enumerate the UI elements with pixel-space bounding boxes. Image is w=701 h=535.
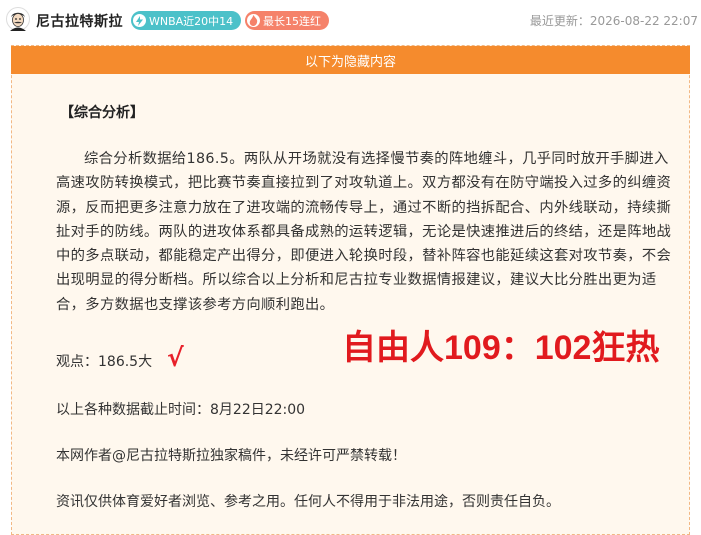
analysis-paragraph: 综合分析数据给186.5。两队从开场就没有选择慢节奏的阵地缠斗，几乎同时放开手脚… bbox=[56, 151, 672, 313]
section-title: 【综合分析】 bbox=[60, 105, 144, 121]
check-mark-icon: √ bbox=[167, 343, 184, 372]
last-updated-timestamp: 最近更新：2026-08-22 22:07 bbox=[529, 14, 698, 28]
badge-win-streak: 最长15连红 bbox=[245, 11, 329, 30]
bolt-icon bbox=[133, 14, 146, 27]
data-cutoff-text: 以上各种数据截止时间：8月22日22:00 bbox=[56, 402, 306, 418]
author-avatar[interactable] bbox=[6, 7, 30, 31]
hidden-content-banner-label: 以下为隐藏内容 bbox=[304, 54, 396, 70]
author-name[interactable]: 尼古拉特斯拉 bbox=[36, 11, 123, 31]
opinion-text: 观点：186.5大 bbox=[56, 354, 153, 370]
badge-win-streak-label: 最长15连红 bbox=[263, 14, 321, 28]
disclaimer-text: 资讯仅供体育爱好者浏览、参考之用。任何人不得用于非法用途，否则责任自负。 bbox=[56, 494, 560, 510]
promo-score-text: 自由人109：102狂热 bbox=[342, 329, 660, 367]
hidden-content-banner: 以下为隐藏内容 bbox=[11, 46, 690, 74]
badge-win-record: WNBA近20中14 bbox=[131, 11, 241, 30]
flame-icon bbox=[247, 14, 260, 27]
author-header: 尼古拉特斯拉 WNBA近20中14 最长15连红 最近更新：2026-08-22… bbox=[0, 0, 701, 42]
badge-win-record-label: WNBA近20中14 bbox=[149, 14, 234, 28]
copyright-notice: 本网作者@尼古拉特斯拉独家稿件，未经许可严禁转载！ bbox=[56, 448, 406, 464]
